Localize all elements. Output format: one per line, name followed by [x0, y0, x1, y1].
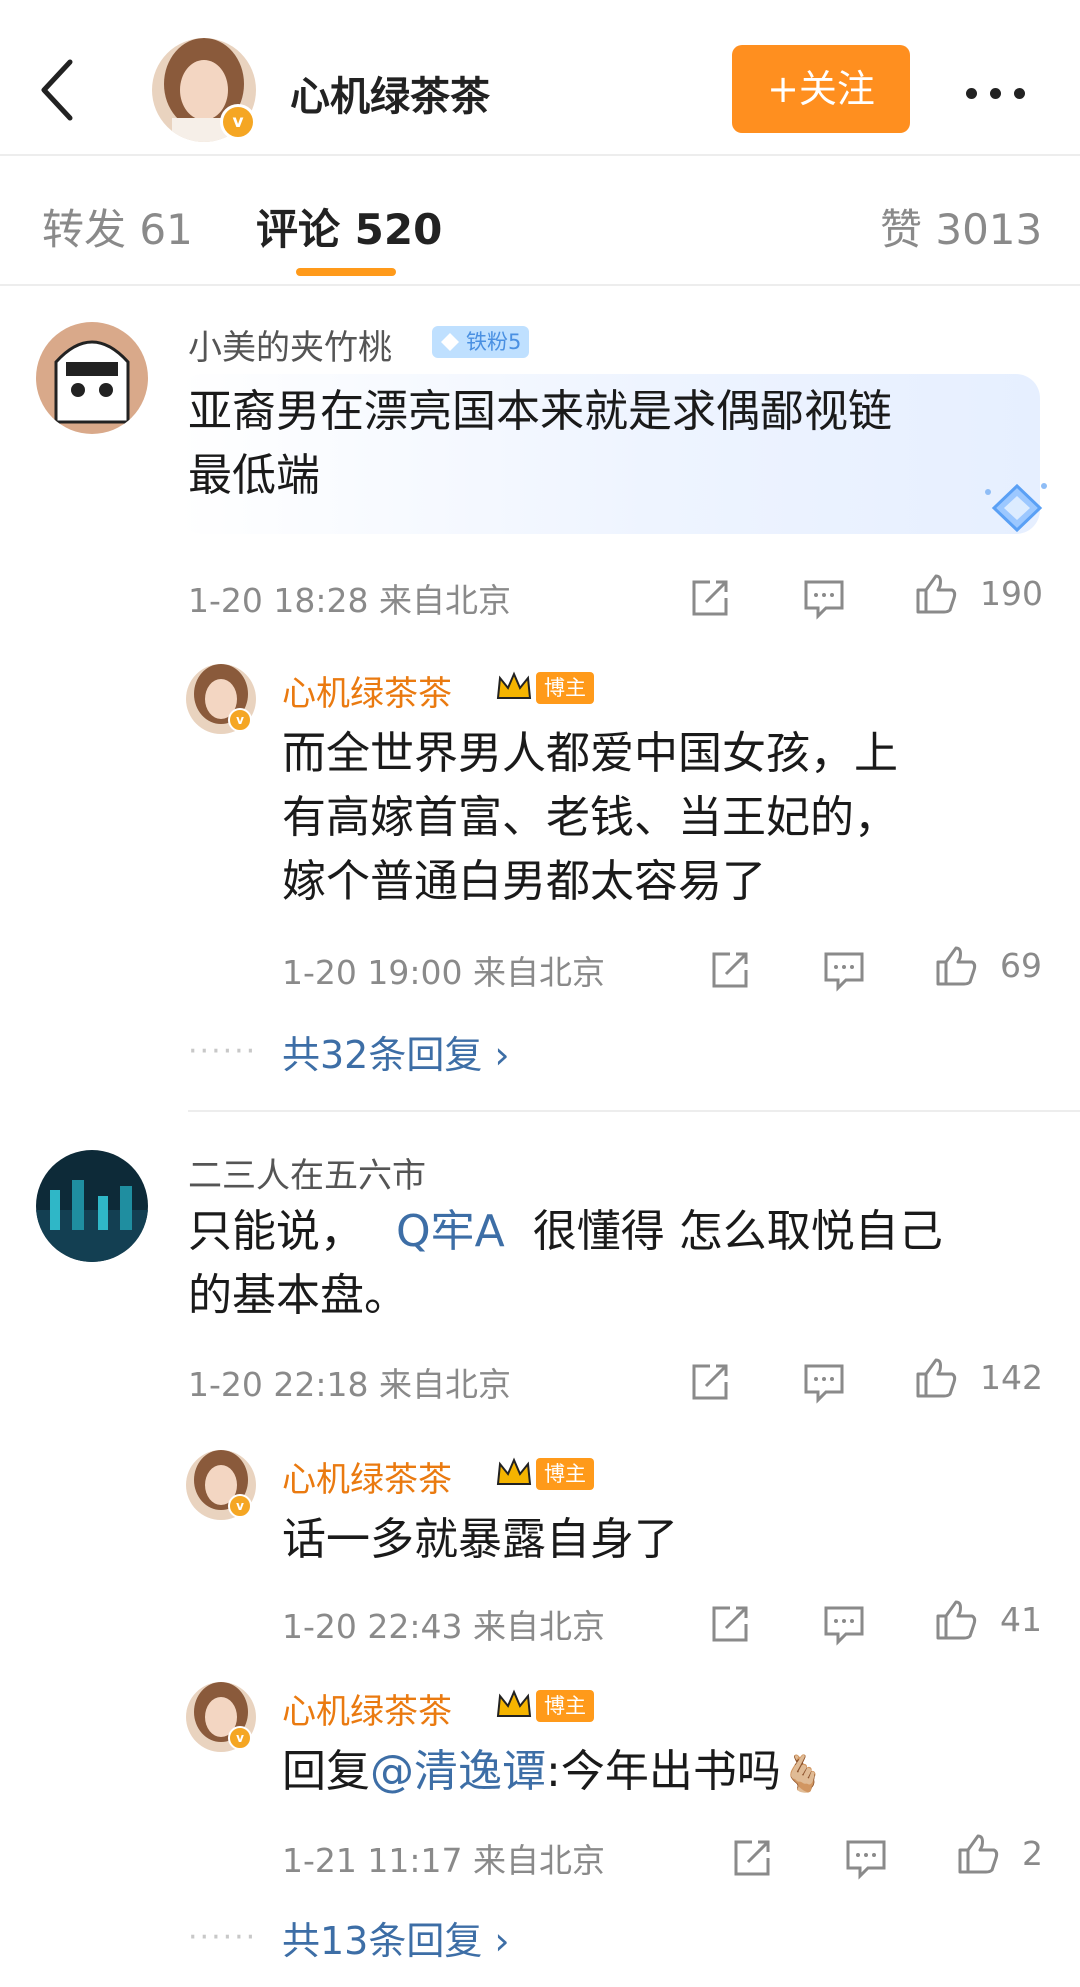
reply-text: 回复@清逸谭:今年出书吗🫰🏼	[282, 1740, 826, 1807]
crown-icon	[496, 671, 532, 699]
reply-text-line: 而全世界男人都爱中国女孩，上	[282, 728, 898, 779]
comment-username[interactable]: 小美的夹竹桃	[188, 320, 392, 369]
repost-icon[interactable]	[688, 576, 732, 620]
verified-badge-icon: v	[228, 1494, 252, 1518]
diamond-icon	[441, 333, 459, 351]
active-tab-indicator	[296, 268, 396, 276]
comment-text-line: 亚裔男在漂亮国本来就是求偶鄙视链	[188, 386, 892, 437]
reply-icon[interactable]	[822, 948, 866, 992]
reply-timestamp: 1-20 22:43 来自北京	[282, 1607, 605, 1646]
reply-text: 话一多就暴露自身了	[282, 1514, 678, 1565]
reply-text: 而全世界男人都爱中国女孩，上 有高嫁首富、老钱、当王妃的， 嫁个普通白男都太容易…	[282, 722, 898, 914]
like-icon[interactable]	[914, 1356, 958, 1400]
like-count: 190	[980, 574, 1043, 613]
comment-avatar[interactable]	[36, 1150, 148, 1262]
like-count: 41	[1000, 1600, 1042, 1639]
reply-icon[interactable]	[822, 1602, 866, 1646]
like-count: 2	[1022, 1834, 1043, 1873]
reply-text-segment: :今年出书吗	[546, 1746, 781, 1797]
reply-icon[interactable]	[802, 576, 846, 620]
fan-level-badge: 铁粉5	[432, 326, 530, 358]
follow-button[interactable]: +关注	[732, 45, 910, 133]
verified-badge-icon: v	[220, 104, 256, 140]
crown-icon	[496, 1457, 532, 1485]
reply-text-line: 嫁个普通白男都太容易了	[282, 856, 766, 907]
comment-divider	[188, 1110, 1080, 1112]
comment-text: 只能说， Q牢A 很懂得 怎么取悦自己 的基本盘。	[188, 1200, 943, 1328]
reply-username[interactable]: 心机绿茶茶	[282, 1684, 452, 1733]
like-icon[interactable]	[934, 1598, 978, 1642]
like-count: 69	[1000, 946, 1042, 985]
comment-text-line: 的基本盘。	[188, 1270, 408, 1321]
header-divider	[0, 154, 1080, 156]
comment-text: 亚裔男在漂亮国本来就是求偶鄙视链 最低端	[188, 380, 892, 508]
reply-text-line: 有高嫁首富、老钱、当王妃的，	[282, 792, 898, 843]
blogger-badge: 博主	[536, 1458, 594, 1490]
comment-timestamp: 1-20 18:28 来自北京	[188, 581, 511, 620]
like-icon[interactable]	[956, 1832, 1000, 1876]
search-topic-link[interactable]: Q牢A	[396, 1206, 505, 1257]
reply-icon[interactable]	[844, 1836, 888, 1880]
tab-reposts[interactable]: 转发 61	[42, 196, 193, 257]
blogger-badge: 博主	[536, 672, 594, 704]
back-arrow-icon[interactable]	[36, 58, 80, 122]
reply-timestamp: 1-21 11:17 来自北京	[282, 1841, 605, 1880]
comment-text-line: 最低端	[188, 450, 320, 501]
mention-link[interactable]: @清逸谭	[370, 1746, 546, 1797]
comment-text-segment: 很懂得 怎么取悦自己	[532, 1206, 943, 1257]
comment-text-segment: 只能说，	[188, 1206, 364, 1257]
more-options-icon[interactable]	[966, 84, 1066, 99]
reply-timestamp: 1-20 19:00 来自北京	[282, 953, 605, 992]
tabs-divider	[0, 284, 1080, 286]
tab-likes[interactable]: 赞 3013	[880, 196, 1042, 257]
author-name[interactable]: 心机绿茶茶	[290, 64, 490, 122]
fan-level-label: 铁粉5	[466, 330, 522, 354]
reply-icon[interactable]	[802, 1360, 846, 1404]
more-replies-link[interactable]: 共32条回复 ›	[282, 1024, 510, 1079]
finger-heart-emoji: 🫰🏼	[780, 1754, 826, 1795]
repost-icon[interactable]	[708, 948, 752, 992]
like-count: 142	[980, 1358, 1043, 1397]
repost-icon[interactable]	[730, 1836, 774, 1880]
dots-divider: ······	[188, 1034, 258, 1069]
sparkle-diamond-icon	[985, 483, 1047, 533]
crown-icon	[496, 1689, 532, 1717]
reply-username[interactable]: 心机绿茶茶	[282, 1452, 452, 1501]
tab-comments[interactable]: 评论 520	[256, 196, 442, 257]
repost-icon[interactable]	[688, 1360, 732, 1404]
reply-text-segment: 回复	[282, 1746, 370, 1797]
reply-username[interactable]: 心机绿茶茶	[282, 666, 452, 715]
repost-icon[interactable]	[708, 1602, 752, 1646]
like-icon[interactable]	[914, 572, 958, 616]
verified-badge-icon: v	[228, 1726, 252, 1750]
blogger-badge: 博主	[536, 1690, 594, 1722]
comment-timestamp: 1-20 22:18 来自北京	[188, 1365, 511, 1404]
verified-badge-icon: v	[228, 708, 252, 732]
like-icon[interactable]	[934, 944, 978, 988]
comment-username[interactable]: 二三人在五六市	[188, 1148, 426, 1197]
comment-avatar[interactable]	[36, 322, 148, 434]
dots-divider: ······	[188, 1920, 258, 1955]
more-replies-link[interactable]: 共13条回复 ›	[282, 1910, 510, 1965]
